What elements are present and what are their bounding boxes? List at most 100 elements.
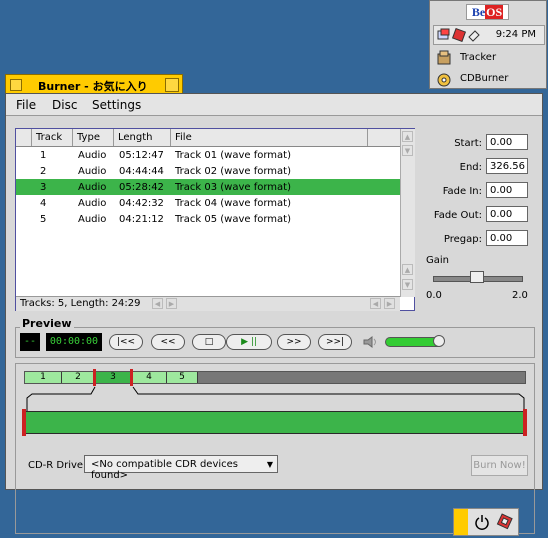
volume-icon: [363, 336, 376, 348]
cell-track: 2: [40, 166, 47, 177]
gain-label: Gain: [426, 255, 449, 266]
network-icon[interactable]: [437, 28, 451, 42]
cell-type: Audio: [78, 166, 107, 177]
deskbar-item-label: CDBurner: [460, 73, 509, 84]
end-label: End:: [459, 162, 482, 173]
fade-out-field[interactable]: 0.00: [486, 206, 528, 222]
track-summary: Tracks: 5, Length: 24:29: [20, 298, 141, 309]
fade-in-label: Fade In:: [442, 186, 482, 197]
cell-file: Track 05 (wave format): [175, 214, 291, 225]
deskbar: BeOS 9:24 PM Tracker CDBurner: [429, 0, 547, 89]
scroll-down-arrow[interactable]: ▼: [402, 279, 413, 290]
cell-track: 1: [40, 150, 47, 161]
zoom-button[interactable]: [165, 78, 179, 92]
cell-length: 04:42:32: [119, 198, 164, 209]
track-segment[interactable]: 2: [62, 372, 95, 383]
tracker-icon: [437, 50, 451, 65]
start-label: Start:: [454, 138, 482, 149]
deskbar-tray: 9:24 PM: [433, 25, 545, 45]
scroll-up-arrow[interactable]: ▲: [402, 264, 413, 275]
gain-slider-thumb[interactable]: [470, 271, 484, 283]
track-list[interactable]: Track Type Length File 1 Audio 05:12:47 …: [15, 128, 415, 311]
column-track[interactable]: Track: [32, 129, 73, 146]
table-row-selected[interactable]: 3 Audio 05:28:42 Track 03 (wave format): [16, 179, 400, 195]
stop-button[interactable]: □: [192, 334, 226, 350]
cdr-drive-select[interactable]: <No compatible CDR devices found> ▼: [84, 455, 278, 481]
list-header: Track Type Length File: [16, 129, 400, 147]
replicant-tray: [453, 508, 519, 536]
scroll-right-arrow[interactable]: ▶: [384, 298, 395, 309]
fade-in-field[interactable]: 0.00: [486, 182, 528, 198]
cell-file: Track 02 (wave format): [175, 166, 291, 177]
column-type[interactable]: Type: [73, 129, 114, 146]
table-row[interactable]: 4 Audio 04:42:32 Track 04 (wave format): [16, 195, 400, 211]
cell-track: 5: [40, 214, 47, 225]
start-field[interactable]: 0.00: [486, 134, 528, 150]
volume-slider-thumb[interactable]: [433, 335, 445, 347]
burn-now-button[interactable]: Burn Now!: [471, 455, 528, 476]
deskbar-item-cdburner[interactable]: CDBurner: [432, 69, 546, 89]
preview-title: Preview: [20, 317, 74, 330]
tray-tab: [454, 509, 468, 535]
track-strip[interactable]: 1 2 3 4 5: [24, 371, 526, 384]
window-title: Burner - お気に入り: [38, 80, 148, 93]
rewind-button[interactable]: <<: [151, 334, 185, 350]
cd-icon[interactable]: [452, 28, 466, 42]
menu-settings[interactable]: Settings: [92, 98, 141, 112]
clock[interactable]: 9:24 PM: [496, 29, 536, 40]
cell-type: Audio: [78, 150, 107, 161]
be-menu-logo[interactable]: BeOS: [466, 4, 509, 20]
menu-file[interactable]: File: [16, 98, 36, 112]
deskbar-item-label: Tracker: [460, 52, 497, 63]
column-file[interactable]: File: [171, 129, 368, 146]
time-display: 00:00:00: [46, 333, 102, 351]
fast-forward-button[interactable]: >>: [277, 334, 311, 350]
burner-window: File Disc Settings Track Type Length Fil…: [5, 93, 543, 534]
column-length[interactable]: Length: [114, 129, 171, 146]
scroll-right-arrow[interactable]: ▶: [166, 298, 177, 309]
eraser-icon[interactable]: [467, 28, 481, 42]
cell-type: Audio: [78, 198, 107, 209]
scroll-left-arrow[interactable]: ◀: [370, 298, 381, 309]
menu-disc[interactable]: Disc: [52, 98, 77, 112]
cell-length: 05:12:47: [119, 150, 164, 161]
track-segment-selected[interactable]: 3: [95, 372, 132, 383]
cell-track: 4: [40, 198, 47, 209]
menu-bar: File Disc Settings: [6, 94, 542, 116]
cell-type: Audio: [78, 182, 107, 193]
skip-back-button[interactable]: |<<: [109, 334, 143, 350]
cd-icon[interactable]: [496, 513, 514, 531]
gain-min-label: 0.0: [426, 290, 442, 301]
list-status-bar: Tracks: 5, Length: 24:29 ◀ ▶ ◀ ▶: [16, 296, 400, 311]
table-row[interactable]: 1 Audio 05:12:47 Track 01 (wave format): [16, 147, 400, 163]
pregap-field[interactable]: 0.00: [486, 230, 528, 246]
cell-file: Track 03 (wave format): [175, 182, 291, 193]
deskbar-item-tracker[interactable]: Tracker: [432, 48, 546, 68]
cdr-drive-label: CD-R Drive:: [28, 460, 87, 471]
table-row[interactable]: 2 Audio 04:44:44 Track 02 (wave format): [16, 163, 400, 179]
track-display: --: [20, 333, 40, 351]
end-field[interactable]: 326.56: [486, 158, 528, 174]
gain-max-label: 2.0: [512, 290, 528, 301]
waveform-start-handle[interactable]: [22, 409, 26, 436]
track-segment[interactable]: 1: [25, 372, 62, 383]
power-icon[interactable]: [474, 514, 490, 530]
pregap-label: Pregap:: [443, 234, 482, 245]
track-segment[interactable]: 4: [132, 372, 167, 383]
skip-forward-button[interactable]: >>|: [318, 334, 352, 350]
logo-be-text: Be: [471, 5, 486, 19]
window-tab[interactable]: Burner - お気に入り: [5, 74, 183, 94]
cell-track: 3: [40, 182, 47, 193]
waveform-end-handle[interactable]: [523, 409, 527, 436]
chevron-down-icon: ▼: [266, 460, 273, 469]
header-spacer: [16, 129, 32, 146]
play-pause-button[interactable]: ▶ ||: [226, 334, 272, 350]
table-row[interactable]: 5 Audio 04:21:12 Track 05 (wave format): [16, 211, 400, 227]
zoom-bracket: [26, 386, 525, 411]
close-button[interactable]: [10, 79, 22, 91]
waveform-view[interactable]: [24, 411, 527, 434]
scroll-left-arrow[interactable]: ◀: [152, 298, 163, 309]
track-segment[interactable]: 5: [167, 372, 198, 383]
logo-os-text: OS: [485, 5, 504, 19]
cell-file: Track 01 (wave format): [175, 150, 291, 161]
